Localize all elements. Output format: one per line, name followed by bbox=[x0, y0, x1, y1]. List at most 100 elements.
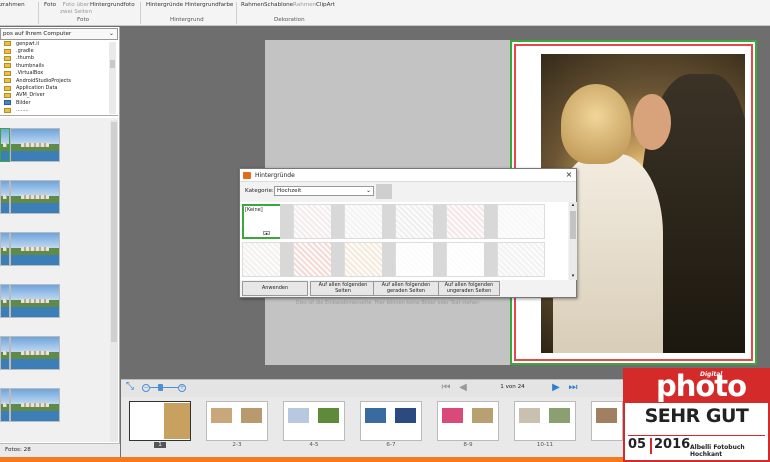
folder-icon bbox=[4, 41, 11, 47]
filmstrip-page[interactable] bbox=[206, 401, 268, 441]
dialog-button[interactable]: Auf allen folgenden Seiten bbox=[310, 281, 376, 296]
folder-icon bbox=[4, 92, 11, 98]
folder-tree-item[interactable]: ........ bbox=[4, 107, 29, 114]
photo-thumbnail[interactable] bbox=[10, 180, 60, 214]
dialog-button[interactable]: Anwenden bbox=[242, 281, 308, 296]
filmstrip-photo bbox=[211, 408, 232, 423]
ribbon-group-label: Dekoration bbox=[274, 17, 305, 23]
swatch-label: [Keine] bbox=[245, 207, 263, 213]
folder-tree-scrollbar[interactable] bbox=[109, 42, 116, 114]
filmstrip-page[interactable] bbox=[514, 401, 576, 441]
folder-icon bbox=[4, 48, 11, 54]
folder-tree-item[interactable]: .VirtualBox bbox=[4, 70, 43, 77]
chevron-down-icon: ⌄ bbox=[365, 187, 371, 194]
ribbon-button[interactable]: Foto über zwei Seiten bbox=[60, 2, 92, 15]
filmstrip-page[interactable] bbox=[437, 401, 499, 441]
ribbon-button[interactable]: Foto bbox=[44, 2, 56, 9]
last-page-button[interactable]: ⏭ bbox=[566, 381, 580, 394]
ribbon-button[interactable]: ClipArt bbox=[316, 2, 335, 9]
previous-page-button[interactable]: ◀ bbox=[456, 381, 470, 394]
folder-tree-item[interactable]: thumbnails bbox=[4, 62, 44, 69]
swatch-gap bbox=[382, 242, 395, 277]
folder-tree-item-label: .gradle bbox=[16, 48, 34, 55]
badge-year: 2016 bbox=[654, 437, 691, 452]
filmstrip-page[interactable] bbox=[591, 401, 623, 441]
next-page-button[interactable]: ▶ bbox=[549, 381, 563, 394]
filmstrip-photo bbox=[164, 403, 190, 439]
first-page-button[interactable]: ⏮ bbox=[439, 381, 453, 394]
scrollbar-thumb[interactable] bbox=[570, 211, 576, 239]
swatch-gap bbox=[382, 204, 395, 239]
ribbon-button[interactable]: Schablone bbox=[264, 2, 293, 9]
filmstrip-label: 4-5 bbox=[309, 442, 319, 448]
ribbon-button[interactable]: Hintergründe bbox=[146, 2, 183, 9]
folder-icon bbox=[4, 78, 11, 84]
folder-tree: genpwt.ii .gradle .thumb thumbnails .Virtual… bbox=[0, 40, 118, 116]
scroll-up-icon[interactable]: ▴ bbox=[569, 202, 577, 209]
photo-thumbnail[interactable] bbox=[10, 232, 60, 266]
dialog-button[interactable]: Auf allen folgenden geraden Seiten bbox=[373, 281, 439, 296]
folder-tree-item[interactable]: Bilder bbox=[4, 99, 31, 106]
category-value: Hochzeit bbox=[277, 188, 302, 194]
zoom-out-button[interactable]: − bbox=[142, 384, 150, 392]
folder-tree-item[interactable]: AVM_Driver bbox=[4, 92, 45, 99]
scroll-down-icon[interactable]: ▾ bbox=[569, 273, 577, 280]
ribbon-button[interactable]: zrahmen bbox=[0, 2, 25, 9]
swatch-gap bbox=[280, 204, 293, 239]
close-icon[interactable]: × bbox=[564, 170, 574, 180]
filmstrip-label: 10-11 bbox=[536, 442, 554, 448]
photo-thumbnail[interactable] bbox=[10, 128, 60, 162]
photo-list-scrollbar[interactable] bbox=[110, 120, 118, 442]
photo-source-value: pos auf Ihrem Computer bbox=[3, 31, 72, 37]
ribbon-button[interactable]: Rahmen bbox=[241, 2, 264, 9]
filmstrip-photo bbox=[395, 408, 416, 423]
photo-thumbnail[interactable] bbox=[10, 336, 60, 370]
photo-thumbnail[interactable] bbox=[0, 336, 10, 370]
photo-count: Fotos: 28 bbox=[0, 443, 120, 457]
folder-tree-item[interactable]: .gradle bbox=[4, 47, 34, 54]
scrollbar-thumb[interactable] bbox=[111, 122, 117, 342]
zoom-in-button[interactable]: + bbox=[178, 384, 186, 392]
zoom-slider-track[interactable] bbox=[150, 387, 178, 388]
photo-source-select[interactable]: pos auf Ihrem Computer ⌄ bbox=[0, 28, 118, 40]
filmstrip-photo bbox=[318, 408, 339, 423]
folder-tree-item[interactable]: .thumb bbox=[4, 55, 34, 62]
fit-to-screen-icon[interactable]: ⤡ bbox=[126, 382, 136, 392]
folder-tree-item-label: .thumb bbox=[16, 55, 34, 62]
folder-tree-item[interactable]: AndroidStudioProjects bbox=[4, 77, 71, 84]
background-grid-scrollbar[interactable]: ▴ ▾ bbox=[569, 202, 577, 280]
photo-thumbnail[interactable] bbox=[10, 388, 60, 422]
ribbon-button[interactable]: Rahmen bbox=[293, 2, 316, 9]
photo-thumbnail[interactable] bbox=[0, 232, 10, 266]
photo-thumbnail[interactable] bbox=[0, 284, 10, 318]
photo-thumbnail[interactable] bbox=[10, 284, 60, 318]
filmstrip-page[interactable] bbox=[129, 401, 191, 441]
photo-thumbnail[interactable] bbox=[0, 180, 10, 214]
zoom-slider-handle[interactable] bbox=[158, 384, 163, 391]
page-indicator: 1 von 24 bbox=[500, 384, 525, 390]
badge-product: Albelli Fotobuch Hochkant bbox=[690, 444, 745, 458]
folder-tree-item-label: ........ bbox=[16, 107, 29, 114]
scrollbar-thumb[interactable] bbox=[110, 60, 115, 68]
filmstrip-photo bbox=[241, 408, 262, 423]
folder-tree-item[interactable]: genpwt.ii bbox=[4, 40, 39, 47]
ribbon-button[interactable]: Hintergrundfoto bbox=[90, 2, 135, 9]
dialog-button[interactable]: Auf allen folgenden ungeraden Seiten bbox=[438, 281, 500, 296]
folder-tree-item[interactable]: Application Data bbox=[4, 84, 57, 91]
background-swatch[interactable] bbox=[497, 242, 545, 277]
photo-thumbnail[interactable] bbox=[0, 128, 10, 162]
badge-divider bbox=[628, 435, 765, 436]
chevron-down-icon: ⌄ bbox=[108, 30, 114, 37]
ribbon-button[interactable]: Hintergrundfarbe bbox=[185, 2, 233, 9]
photo-thumbnail[interactable] bbox=[0, 388, 10, 422]
swatch-gap bbox=[484, 204, 497, 239]
background-swatch[interactable] bbox=[497, 204, 545, 239]
category-select[interactable]: Hochzeit ⌄ bbox=[274, 186, 374, 196]
folder-tree-item-label: AndroidStudioProjects bbox=[16, 77, 71, 84]
folder-tree-item-label: AVM_Driver bbox=[16, 92, 45, 99]
folder-icon bbox=[4, 107, 11, 113]
filmstrip-page[interactable] bbox=[360, 401, 422, 441]
pictures-folder-icon bbox=[4, 100, 11, 106]
filmstrip-page[interactable] bbox=[283, 401, 345, 441]
swatch-dropdown[interactable]: ▾ bbox=[263, 231, 270, 236]
